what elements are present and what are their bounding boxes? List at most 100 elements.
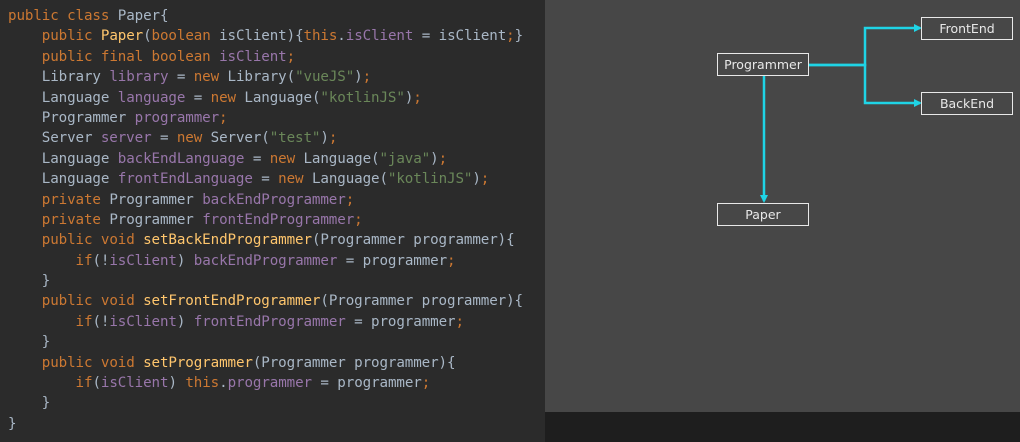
code-token: ;	[506, 28, 515, 45]
code-token: )	[472, 171, 481, 188]
code-token: isClient	[100, 375, 169, 392]
code-token: public	[41, 28, 101, 45]
code-token: Server(	[210, 130, 270, 147]
node-backend[interactable]: BackEnd	[921, 92, 1013, 115]
code-token: )	[354, 69, 363, 86]
code-line-19: if(isClient) this.programmer = programme…	[8, 373, 523, 393]
code-lines: public class Paper{ public Paper(boolean…	[8, 6, 523, 434]
bottom-bar	[545, 412, 1020, 442]
code-token: )	[168, 375, 186, 392]
code-token: }	[8, 334, 51, 351]
code-line-4: Library library = new Library("vueJS");	[8, 67, 523, 87]
diagram-panel: Programmer FrontEnd BackEnd Paper	[545, 0, 1020, 412]
code-token: }	[8, 415, 17, 432]
code-token: boolean	[151, 28, 220, 45]
code-token: Paper{	[117, 8, 169, 24]
code-line-8: Language backEndLanguage = new Language(…	[8, 149, 523, 169]
code-token: )	[430, 150, 439, 167]
code-token: Library(	[227, 69, 296, 86]
code-token: new	[278, 171, 312, 188]
code-token: = programmer	[345, 313, 456, 330]
code-token: Library	[8, 69, 110, 86]
node-programmer[interactable]: Programmer	[717, 53, 809, 76]
code-editor-panel[interactable]: public class Paper{ public Paper(boolean…	[0, 0, 543, 442]
code-token: = programmer	[337, 252, 448, 269]
node-frontend-label: FrontEnd	[939, 21, 995, 36]
code-token: setBackEndProgrammer	[143, 232, 312, 249]
code-token: ;	[286, 48, 296, 65]
code-line-10: private Programmer backEndProgrammer;	[8, 190, 523, 210]
code-token: ;	[480, 171, 490, 188]
code-token: =	[151, 130, 177, 147]
code-token: private	[41, 191, 110, 208]
code-line-1: public class Paper{	[8, 6, 523, 26]
code-token: if	[75, 252, 93, 269]
code-token: = isClient	[413, 28, 507, 45]
code-token: (	[92, 375, 101, 392]
code-line-15: public void setFrontEndProgrammer(Progra…	[8, 291, 523, 311]
code-token: language	[117, 89, 186, 106]
code-token: "kotlinJS"	[387, 171, 473, 188]
code-line-7: Server server = new Server("test");	[8, 128, 523, 148]
code-token: public void	[41, 293, 144, 310]
code-token: (Programmer programmer){	[311, 232, 515, 249]
code-line-9: Language frontEndLanguage = new Language…	[8, 169, 523, 189]
code-token: public class	[8, 8, 118, 24]
code-token: backEndProgrammer	[202, 191, 346, 208]
code-token: programmer	[227, 375, 313, 392]
code-token: =	[244, 150, 270, 167]
code-token: private	[41, 211, 110, 228]
code-line-13: if(!isClient) backEndProgrammer = progra…	[8, 251, 523, 271]
code-token: ;	[328, 130, 338, 147]
code-token: =	[185, 89, 211, 106]
code-line-20: }	[8, 393, 523, 413]
code-token: isClient	[109, 252, 177, 269]
code-token: ;	[362, 69, 372, 86]
code-token: isClient){	[219, 28, 304, 45]
code-token: ;	[219, 109, 228, 126]
edge-programmer-frontend	[809, 24, 922, 67]
node-frontend[interactable]: FrontEnd	[921, 17, 1013, 40]
code-token: library	[109, 69, 169, 86]
code-token: frontEndLanguage	[117, 171, 253, 188]
code-token: = programmer	[311, 375, 422, 392]
code-token: server	[100, 130, 152, 147]
code-token: Programmer	[8, 109, 135, 126]
code-token: if	[75, 313, 93, 330]
code-line-6: Programmer programmer;	[8, 108, 523, 128]
code-token: "test"	[269, 130, 321, 147]
code-token: this	[303, 28, 338, 45]
node-programmer-label: Programmer	[724, 57, 802, 72]
code-token: ;	[455, 313, 464, 330]
node-paper[interactable]: Paper	[717, 203, 809, 226]
code-token: isClient	[345, 28, 414, 45]
code-token: setProgrammer	[143, 354, 253, 371]
code-token: public void	[41, 232, 144, 249]
code-token: new	[193, 69, 228, 86]
node-paper-label: Paper	[745, 207, 781, 222]
code-token: backEndLanguage	[117, 150, 245, 167]
code-token: (!	[92, 252, 110, 269]
code-token: programmer	[134, 109, 220, 126]
code-token: Programmer	[109, 211, 203, 228]
code-token: .	[337, 28, 346, 45]
code-line-21: }	[8, 414, 523, 434]
code-token: )	[176, 252, 194, 269]
code-token: Language(	[244, 89, 321, 106]
code-token: "java"	[379, 150, 431, 167]
code-token: new	[269, 150, 304, 167]
code-token: public final boolean	[41, 48, 220, 65]
code-token: Language	[8, 89, 118, 106]
code-token: }	[8, 395, 51, 412]
code-token: )	[320, 130, 329, 147]
node-backend-label: BackEnd	[939, 96, 995, 111]
code-line-16: if(!isClient) frontEndProgrammer = progr…	[8, 312, 523, 332]
